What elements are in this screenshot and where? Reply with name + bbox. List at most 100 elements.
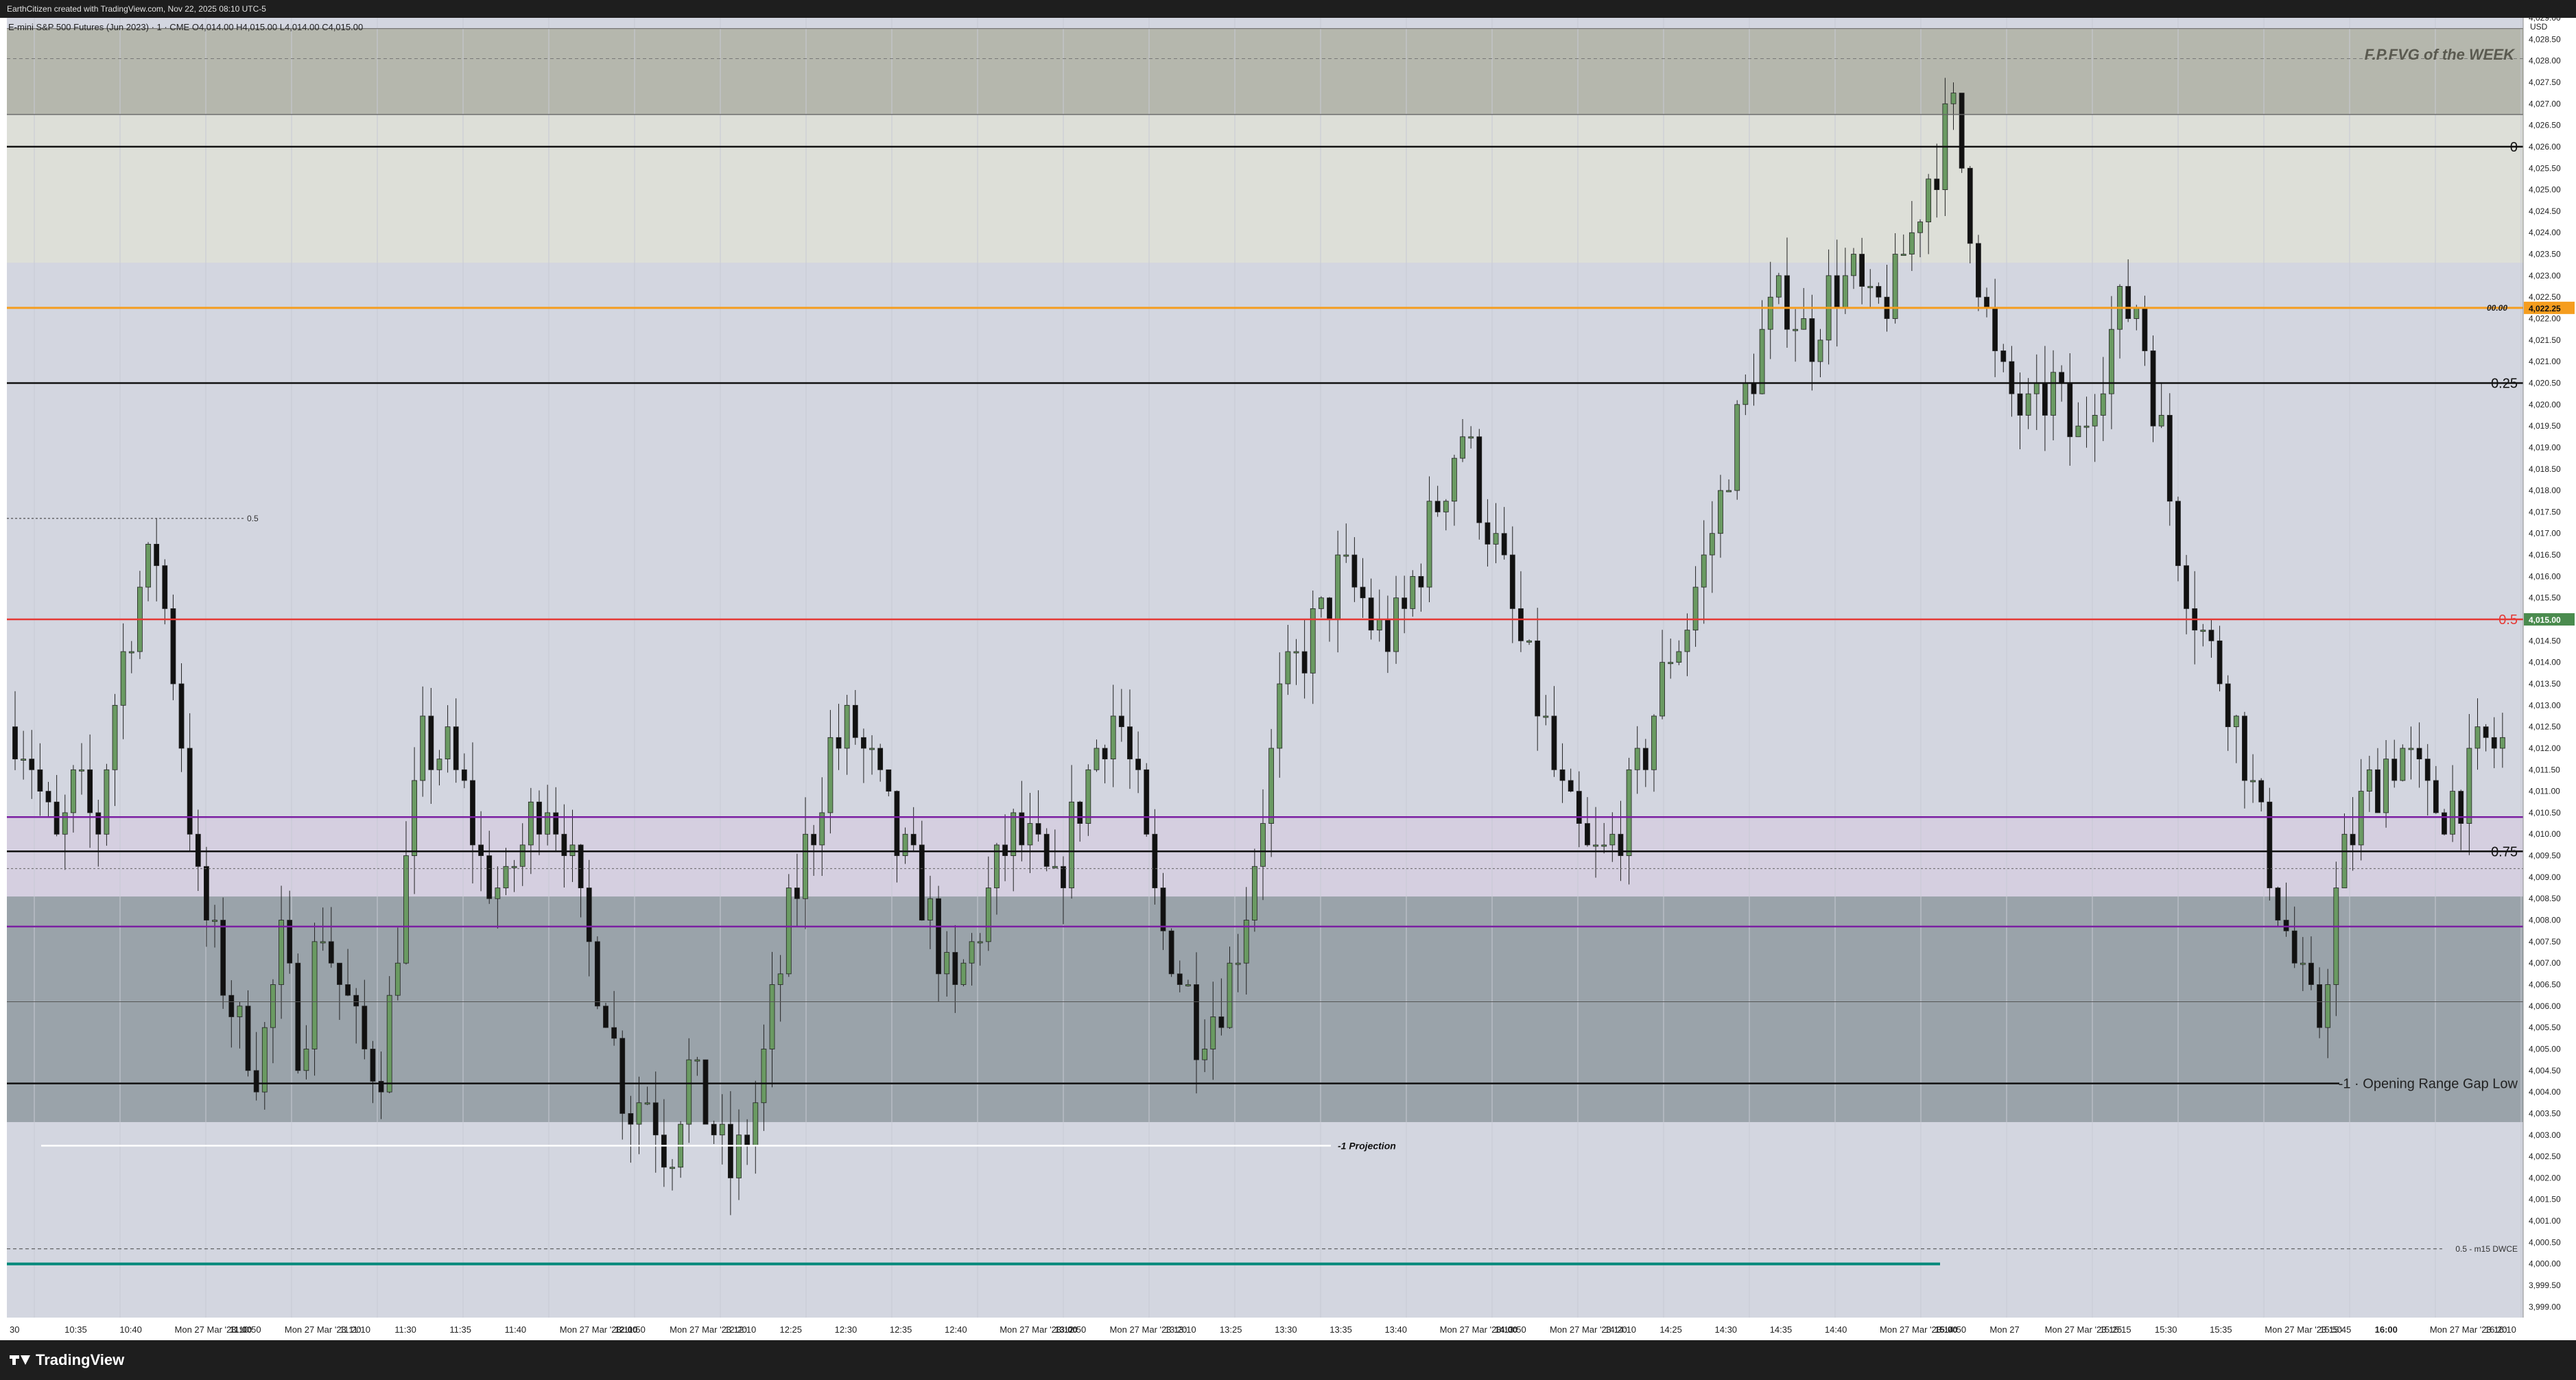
candle-body [2358,791,2364,846]
candle-body [2474,726,2481,749]
candle-body [1127,726,1133,760]
price-tick-label: 4,028.50 [2529,34,2561,44]
candle-body [187,748,193,835]
price-tick-label: 4,012.00 [2529,743,2561,753]
candle [2442,809,2447,835]
candle-body [1543,715,1549,718]
candle-body [370,1049,376,1082]
candle [1959,93,1965,174]
candle-body [145,543,151,588]
candle-body [1535,640,1541,717]
candle-body [1984,296,1989,309]
candle-body [2125,286,2131,319]
candle-body [279,920,284,985]
candle-body [95,812,102,835]
candle-body [1002,844,1008,856]
candle [2150,335,2156,442]
candle-body [1601,844,1607,847]
candle-body [2000,350,2007,362]
fvg-week-label: F.P.FVG of the WEEK [2365,46,2516,63]
price-tick-label: 4,016.00 [2529,571,2561,581]
price-tick-label: 4,008.00 [2529,916,2561,925]
footer-bar: TradingView [0,1340,2576,1380]
candle-body [2275,888,2281,920]
candle-body [1842,275,1848,309]
candle-body [519,844,525,867]
price-tick-label: 4,011.50 [2529,765,2560,774]
candle-body [1485,522,1491,545]
price-tick-label: 4,001.50 [2529,1195,2561,1204]
candle-body [528,801,534,846]
candle-body [811,833,817,846]
price-tick-label: 4,014.00 [2529,658,2561,667]
time-tick-label: 14:35 [1770,1324,1793,1335]
candle-body [2491,737,2497,749]
price-tick-label: 4,009.50 [2529,851,2561,861]
candle-body [2067,383,2073,438]
candle-body [2424,759,2431,781]
price-tick-label: 4,025.50 [2529,163,2561,173]
candle-body [261,1027,268,1093]
candle-body [54,801,60,835]
candle-body [386,995,392,1093]
candle-body [453,726,459,770]
candle-body [2433,780,2439,813]
candle-body [785,888,792,975]
candle-body [2416,748,2422,760]
candle-body [2366,769,2372,792]
candle-body [636,1102,642,1125]
candle-body [985,888,991,942]
candle [1043,828,1050,872]
price-tick-label: 4,020.50 [2529,378,2561,388]
candle-body [2075,425,2081,438]
candle-body [1701,554,1707,588]
candle-body [436,759,442,770]
candle-body [1934,178,1940,190]
candle-body [1227,962,1233,1028]
candle-body [1476,436,1482,523]
candle-body [237,1006,243,1017]
candle-body [1526,640,1532,643]
candle-body [1368,597,1374,631]
candle-body [2158,415,2164,427]
candle [702,1059,709,1125]
price-tick-label: 4,027.50 [2529,78,2561,87]
candle-body [1443,501,1449,512]
candle-body [1426,501,1432,588]
candle-body [927,898,933,920]
candle-body [1651,715,1657,770]
price-tick-label: 4,003.00 [2529,1130,2561,1140]
candle-body [1767,296,1773,330]
candle-body [1077,801,1083,824]
candle-body [1659,662,1665,717]
price-chart[interactable]: 3,999.00 3,999.50 4,000.00 4,000.50 4,001.00… [0,18,2576,1340]
candle-body [1452,457,1457,502]
candle-body [195,833,201,867]
candle-body [686,1059,692,1125]
candle-body [461,769,467,781]
current-price-tag-text: 4,015.00 [2529,615,2561,625]
candle-body [2450,791,2456,835]
candle [785,874,792,977]
orange-price-tag-text: 4,022.25 [2529,304,2561,313]
candle-body [495,888,501,899]
fib-0-label: 0 [2510,140,2518,155]
candle-body [1268,748,1275,824]
price-tick-label: 4,010.00 [2529,829,2561,839]
candle-body [1851,254,1856,276]
candle-body [1094,748,1100,770]
candle-body [1310,608,1316,674]
candle-body [2092,415,2098,427]
candle-body [1585,823,1590,846]
candle-body [270,984,276,1028]
candle-body [1909,232,1915,254]
candle-body [1277,683,1283,749]
candle-body [827,737,834,813]
candle-body [553,812,559,835]
candle [1144,763,1150,837]
candle-body [2383,759,2389,813]
candle-body [337,962,342,985]
candle-body [21,759,27,761]
candle-body [1376,619,1382,631]
candle-body [1301,651,1308,674]
